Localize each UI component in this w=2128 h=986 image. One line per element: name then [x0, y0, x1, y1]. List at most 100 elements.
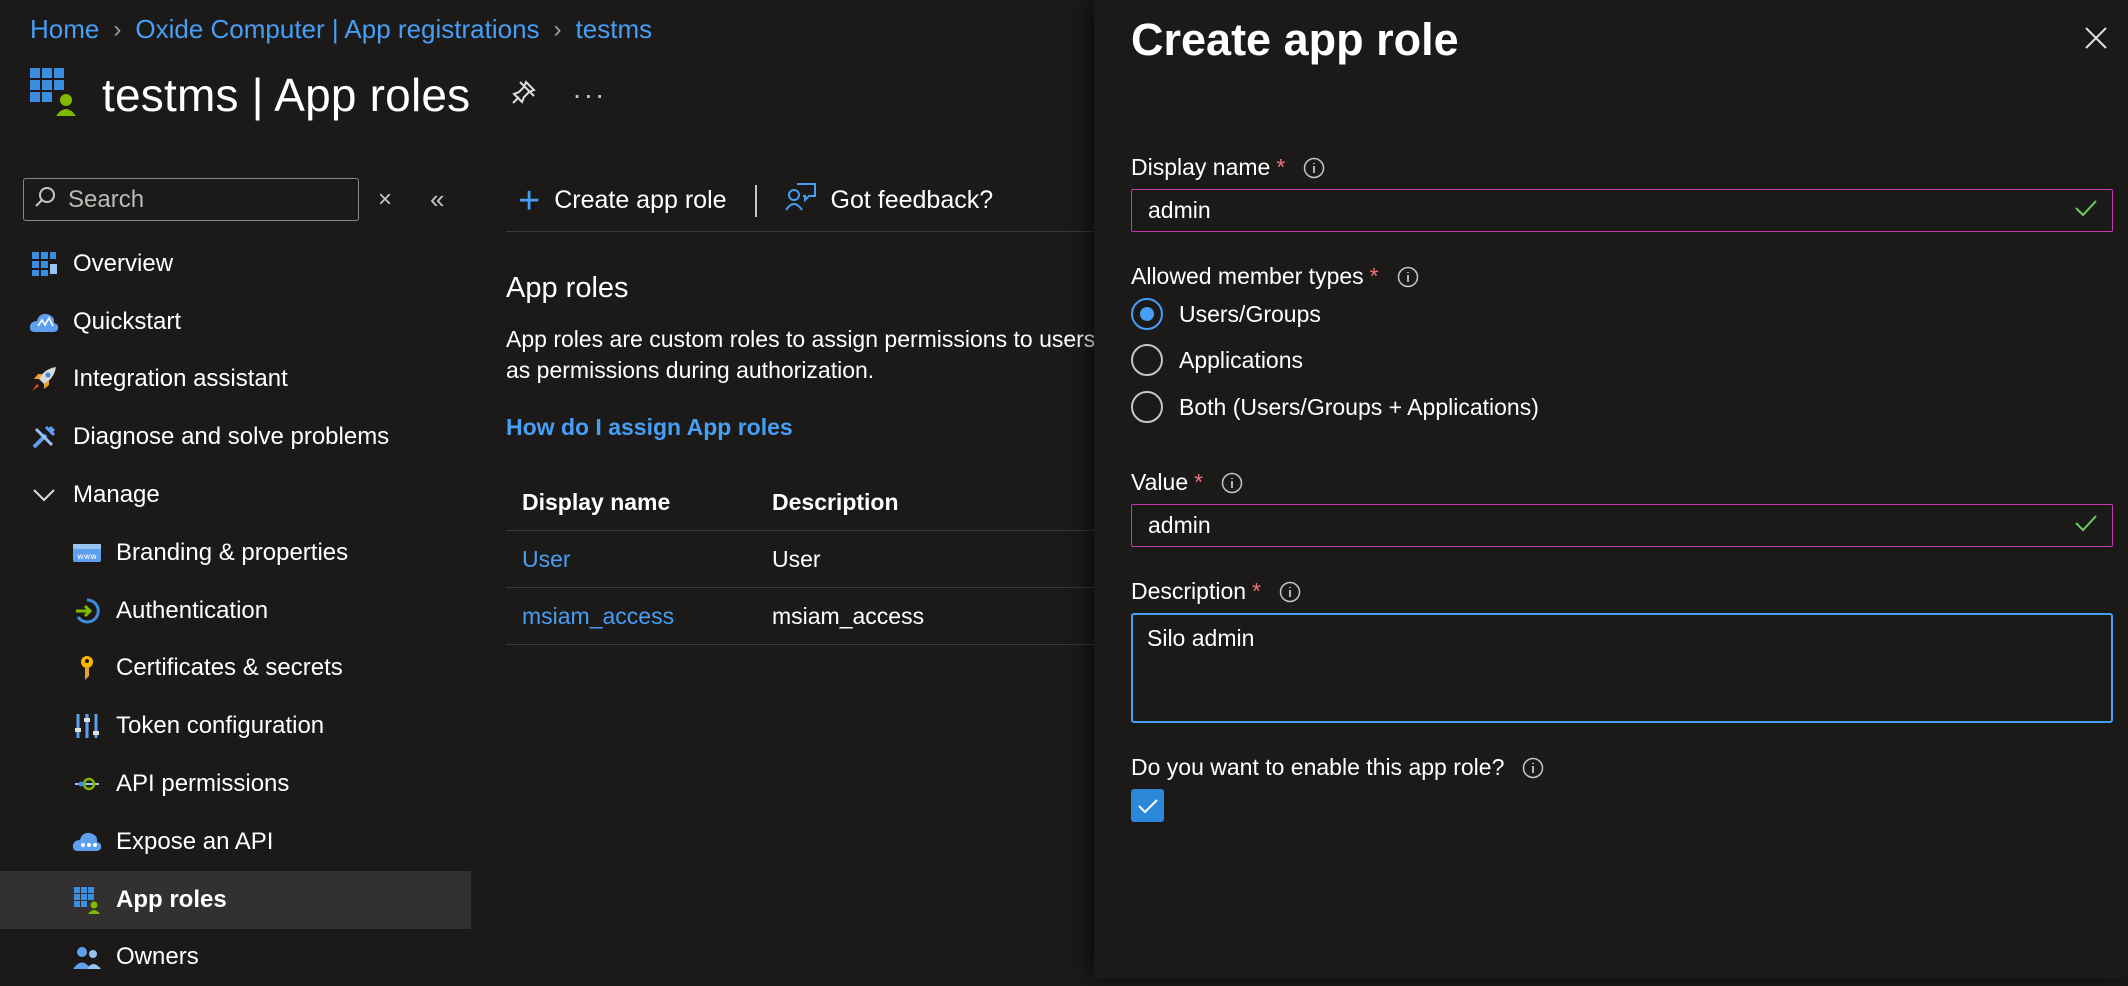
cloud-api-icon [71, 826, 103, 858]
create-app-role-button[interactable]: + Create app role [518, 182, 727, 220]
radio-applications[interactable]: Applications [1131, 344, 1303, 376]
required-mark: * [1252, 578, 1261, 604]
sidebar-item-token[interactable]: Token configuration [0, 697, 471, 755]
double-chevron-left-icon[interactable]: « [430, 184, 444, 215]
description-label-text: Description [1131, 578, 1247, 604]
feedback-button[interactable]: Got feedback? [784, 182, 994, 219]
command-divider [754, 184, 757, 217]
www-icon: www [71, 537, 103, 569]
feedback-icon [784, 182, 817, 219]
display-name-input[interactable] [1146, 196, 2074, 225]
sidebar-item-owners[interactable]: Owners [0, 929, 471, 986]
search-input[interactable] [66, 184, 346, 215]
radio-label: Both (Users/Groups + Applications) [1179, 393, 1539, 420]
plus-icon: + [518, 179, 541, 222]
title-row: testms | App roles ··· [28, 66, 606, 123]
create-app-role-label: Create app role [554, 186, 727, 214]
role-name-link[interactable]: User [506, 546, 772, 573]
description-line: as permissions during authorization. [506, 357, 875, 383]
sidebar-item-quickstart[interactable]: Quickstart [0, 293, 471, 351]
chevron-down-icon [28, 479, 60, 511]
info-icon[interactable] [1279, 581, 1301, 603]
svg-text:www: www [77, 552, 97, 561]
sidebar-item-label: Certificates & secrets [116, 654, 343, 682]
member-types-label-text: Allowed member types [1131, 263, 1364, 289]
sidebar-item-diagnose[interactable]: Diagnose and solve problems [0, 408, 471, 466]
info-icon[interactable] [1221, 472, 1243, 494]
sidebar-item-overview[interactable]: Overview [0, 235, 471, 293]
radio-unselected-icon[interactable] [1131, 344, 1163, 376]
sidebar-item-label: Token configuration [116, 712, 325, 740]
more-options-icon[interactable]: ··· [572, 79, 606, 111]
role-description: User [772, 545, 821, 572]
sidebar-item-label: API permissions [116, 770, 290, 798]
command-bar: + Create app role Got feedback? [506, 170, 1094, 232]
sidebar-item-label: Diagnose and solve problems [73, 423, 390, 451]
chevron-right-icon: › [113, 15, 122, 43]
cloud-icon [28, 306, 60, 338]
sidebar-item-authentication[interactable]: Authentication [0, 582, 471, 640]
breadcrumb-tenant-link[interactable]: Oxide Computer | App registrations [135, 14, 539, 45]
radio-both[interactable]: Both (Users/Groups + Applications) [1131, 391, 1539, 423]
description-textarea[interactable]: Silo admin [1131, 613, 2113, 723]
token-sliders-icon [71, 710, 103, 742]
info-icon[interactable] [1303, 157, 1325, 179]
display-name-field[interactable] [1131, 189, 2113, 232]
sidebar-item-certificates[interactable]: Certificates & secrets [0, 640, 471, 698]
value-field[interactable] [1131, 504, 2113, 547]
radio-label: Users/Groups [1179, 300, 1321, 327]
sidebar-item-manage[interactable]: Manage [0, 466, 471, 524]
enable-role-checkbox[interactable] [1131, 789, 1164, 822]
owners-icon [71, 941, 103, 973]
radio-selected-icon[interactable] [1131, 298, 1163, 330]
api-permissions-icon [71, 768, 103, 800]
column-header-description[interactable]: Description [772, 489, 1096, 516]
sidebar-item-app-roles[interactable]: App roles [0, 870, 471, 929]
role-description: msiam_access [772, 602, 925, 629]
sidebar-item-label: Integration assistant [73, 365, 288, 393]
app-roles-icon [28, 66, 80, 123]
rocket-icon [28, 363, 60, 395]
display-name-label-text: Display name [1131, 154, 1271, 180]
close-icon[interactable]: × [378, 186, 392, 214]
column-header-display-name[interactable]: Display name [506, 489, 772, 516]
feedback-label: Got feedback? [830, 186, 994, 214]
sidebar-item-api-permissions[interactable]: API permissions [0, 755, 471, 813]
table-row: msiam_access msiam_access [506, 588, 1096, 645]
value-input[interactable] [1146, 511, 2074, 540]
app-roles-icon [71, 884, 103, 916]
info-icon[interactable] [1522, 757, 1544, 779]
breadcrumb-current-link[interactable]: testms [576, 14, 653, 45]
sidebar-item-label: Branding & properties [116, 538, 349, 566]
sidebar-item-expose-api[interactable]: Expose an API [0, 813, 471, 871]
pin-icon[interactable] [510, 78, 538, 111]
breadcrumb-home-link[interactable]: Home [30, 14, 99, 45]
authentication-icon [71, 595, 103, 627]
sidebar-item-integration[interactable]: Integration assistant [0, 351, 471, 409]
search-box[interactable] [23, 178, 359, 221]
chevron-right-icon: › [553, 15, 562, 43]
key-icon [71, 652, 103, 684]
table-row: User User [506, 531, 1096, 588]
sidebar-item-label: Quickstart [73, 307, 182, 335]
sidebar-item-label: Expose an API [116, 827, 274, 855]
radio-unselected-icon[interactable] [1131, 391, 1163, 423]
panel-title: Create app role [1131, 14, 1459, 65]
description-label: Description * [1131, 578, 1301, 605]
role-name-link[interactable]: msiam_access [506, 603, 772, 630]
create-app-role-panel: Create app role Display name * Allowed m… [1094, 0, 2128, 978]
assign-app-roles-link[interactable]: How do I assign App roles [506, 414, 793, 441]
checkmark-icon [2074, 198, 2098, 223]
sidebar-item-branding[interactable]: www Branding & properties [0, 524, 471, 582]
sidebar-item-label: Manage [73, 481, 160, 509]
radio-label: Applications [1179, 346, 1304, 373]
sidebar-item-label: Owners [116, 943, 199, 971]
radio-users-groups[interactable]: Users/Groups [1131, 298, 1321, 330]
section-title: App roles [506, 272, 629, 304]
sidebar-item-label: Authentication [116, 596, 269, 624]
value-label: Value * [1131, 469, 1243, 496]
member-types-label: Allowed member types * [1131, 263, 1419, 290]
close-icon[interactable] [2084, 26, 2108, 55]
sidebar-nav: Overview Quickstart Integration assistan… [0, 235, 471, 986]
info-icon[interactable] [1397, 266, 1419, 288]
